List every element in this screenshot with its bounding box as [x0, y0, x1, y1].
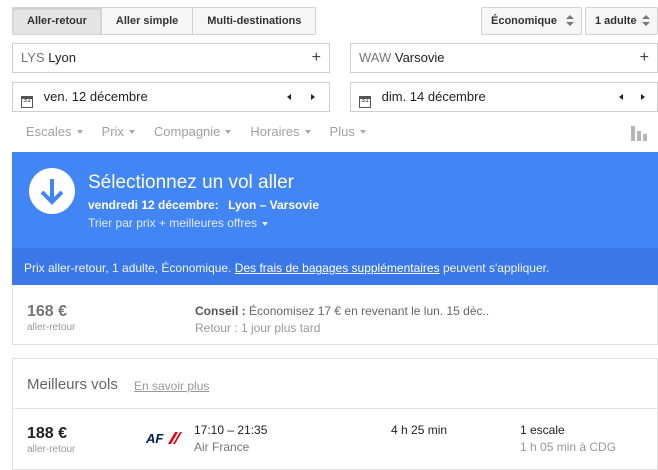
best-flights-card: Meilleurs vols En savoir plus 188 € alle… [12, 358, 658, 470]
flight-duration: 4 h 25 min [391, 423, 448, 437]
tip-message: Économisez 17 € en revenant le lun. 15 d… [249, 304, 490, 318]
best-flights-title: Meilleurs vols [27, 376, 118, 393]
tip-card[interactable]: 168 € aller-retour Conseil : Économisez … [12, 285, 658, 345]
return-date-field[interactable]: 31 dim. 14 décembre [350, 82, 658, 112]
sort-label: Trier par prix + meilleures offres [88, 216, 258, 230]
flight-stop-detail: 1 h 05 min à CDG [520, 440, 617, 454]
price-note-suffix: peuvent s'appliquer. [442, 261, 550, 275]
filter-price[interactable]: Prix [102, 124, 135, 139]
trip-type-multicity-button[interactable]: Multi-destinations [193, 8, 315, 34]
banner-date: vendredi 12 décembre: [88, 198, 219, 212]
flight-stops: 1 escale [520, 423, 565, 437]
filter-airline[interactable]: Compagnie [154, 124, 232, 139]
banner-route: Lyon – Varsovie [228, 198, 320, 212]
passengers-select-value: 1 adulte [595, 15, 637, 27]
plus-icon[interactable]: + [312, 44, 321, 72]
arrow-right-icon[interactable] [311, 94, 315, 100]
depart-date-field[interactable]: 31 ven. 12 décembre [12, 82, 330, 112]
dropdown-caret-icon [262, 221, 269, 226]
down-arrow-circle-icon [29, 168, 75, 214]
tip-return: Retour : 1 jour plus tard [195, 321, 321, 335]
filter-more[interactable]: Plus [330, 124, 366, 139]
origin-city: Lyon [48, 50, 76, 65]
tip-text: Conseil : Économisez 17 € en revenant le… [195, 304, 489, 318]
destination-code: WAW [359, 50, 392, 65]
dropdown-caret-icon [128, 129, 135, 134]
sort-dropdown[interactable]: Trier par prix + meilleures offres [88, 216, 269, 230]
plus-icon[interactable]: + [640, 44, 649, 72]
cabin-select[interactable]: Économique [481, 7, 582, 35]
tip-price-label: aller-retour [27, 322, 76, 333]
flight-row[interactable]: 188 € aller-retour AF 17:10 – 21:35 Air … [13, 409, 657, 470]
origin-code: LYS [21, 50, 45, 65]
arrow-right-icon[interactable] [641, 94, 645, 100]
dropdown-caret-icon [359, 129, 366, 134]
depart-date-value: ven. 12 décembre [43, 89, 148, 104]
passengers-select[interactable]: 1 adulte [585, 7, 658, 35]
dropdown-caret-icon [304, 129, 311, 134]
chevron-updown-icon [566, 14, 574, 28]
flight-price-label: aller-retour [27, 444, 76, 455]
bar-chart-icon[interactable] [631, 124, 647, 141]
flight-price: 188 € [27, 425, 68, 442]
learn-more-link[interactable]: En savoir plus [134, 379, 209, 393]
calendar-icon: 31 [21, 96, 33, 108]
destination-input[interactable]: WAW Varsovie + [350, 43, 658, 73]
trip-type-oneway-button[interactable]: Aller simple [102, 8, 194, 34]
trip-type-selector: Aller-retour Aller simple Multi-destinat… [12, 7, 317, 35]
calendar-icon: 31 [359, 96, 371, 108]
filter-bar: Escales Prix Compagnie Horaires Plus [26, 124, 385, 139]
chevron-updown-icon [642, 14, 650, 28]
arrow-left-icon[interactable] [619, 94, 623, 100]
arrow-left-icon[interactable] [287, 94, 291, 100]
filter-stops[interactable]: Escales [26, 124, 83, 139]
tip-label: Conseil : [195, 304, 246, 318]
baggage-fees-link[interactable]: Des frais de bagages supplémentaires [235, 261, 440, 275]
tip-price: 168 € [27, 303, 68, 320]
origin-input[interactable]: LYS Lyon + [12, 43, 330, 73]
return-date-value: dim. 14 décembre [381, 89, 486, 104]
dropdown-caret-icon [76, 129, 83, 134]
select-outbound-banner: Sélectionnez un vol aller vendredi 12 dé… [12, 152, 658, 285]
banner-title: Sélectionnez un vol aller [88, 172, 294, 193]
banner-subtitle: vendredi 12 décembre: Lyon – Varsovie [88, 198, 319, 212]
price-note-text: Prix aller-retour, 1 adulte, Économique. [24, 261, 232, 275]
air-france-logo: AF [146, 431, 182, 445]
price-note: Prix aller-retour, 1 adulte, Économique.… [24, 261, 549, 275]
flight-times: 17:10 – 21:35 [194, 423, 268, 437]
dropdown-caret-icon [225, 129, 232, 134]
filter-times[interactable]: Horaires [250, 124, 311, 139]
flight-airline: Air France [194, 440, 250, 454]
cabin-select-value: Économique [491, 15, 558, 27]
svg-text:AF: AF [146, 431, 164, 445]
trip-type-round-button[interactable]: Aller-retour [13, 8, 102, 34]
destination-city: Varsovie [394, 50, 445, 65]
